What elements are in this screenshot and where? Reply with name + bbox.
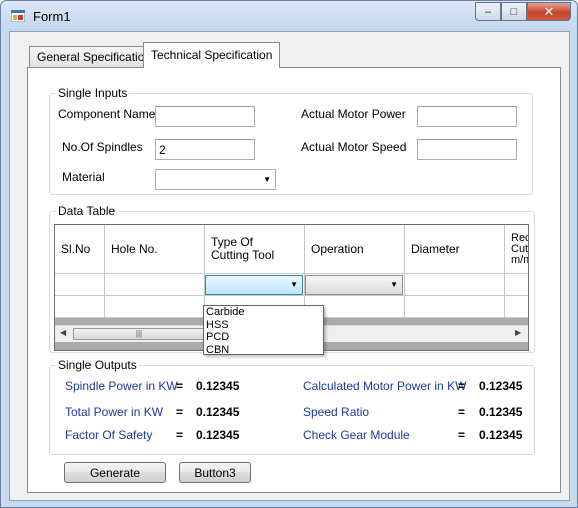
single-inputs-group: Single Inputs Component Name No.Of Spind…	[49, 86, 533, 195]
dropdown-option-cbn[interactable]: CBN	[204, 344, 323, 357]
spindles-label: No.Of Spindles	[62, 140, 143, 154]
tab-technical-specification[interactable]: Technical Specification	[143, 42, 281, 68]
close-button[interactable]: ✕	[527, 2, 571, 21]
motor-power-field[interactable]	[417, 106, 517, 127]
column-header-diameter[interactable]: Diameter	[405, 225, 505, 274]
dropdown-option-pcd[interactable]: PCD	[204, 331, 323, 344]
equals-sign: =	[458, 379, 466, 393]
motor-speed-label: Actual Motor Speed	[301, 140, 407, 154]
column-header-operation[interactable]: Operation	[305, 225, 405, 274]
motor-power-label: Actual Motor Power	[301, 107, 406, 121]
dropdown-option-carbide[interactable]: Carbide	[204, 306, 323, 319]
table-cell[interactable]	[105, 296, 205, 318]
maximize-button[interactable]: □	[501, 2, 527, 21]
component-name-label: Component Name	[58, 107, 156, 121]
table-cell[interactable]: ▼	[205, 274, 305, 296]
title-bar[interactable]: Form1 – □ ✕	[1, 1, 577, 31]
chevron-down-icon: ▼	[290, 280, 298, 289]
component-name-field[interactable]	[155, 106, 255, 127]
spindles-field[interactable]	[155, 139, 255, 160]
window-title: Form1	[33, 9, 71, 24]
total-power-label: Total Power in KW	[65, 405, 164, 419]
table-cell[interactable]	[105, 274, 205, 296]
factor-of-safety-label: Factor Of Safety	[65, 428, 153, 442]
calculated-motor-power-label: Calculated Motor Power in KW	[303, 379, 467, 393]
single-outputs-title: Single Outputs	[56, 358, 139, 372]
chevron-down-icon: ▼	[263, 175, 271, 184]
column-header-slno[interactable]: Sl.No	[55, 225, 105, 274]
equals-sign: =	[176, 428, 184, 442]
factor-of-safety-value: 0.12345	[196, 428, 240, 442]
dropdown-option-hss[interactable]: HSS	[204, 319, 323, 332]
equals-sign: =	[458, 405, 466, 419]
spindle-power-label: Spindle Power in KW	[65, 379, 178, 393]
scroll-right-icon[interactable]: ▶	[515, 328, 521, 337]
cutting-tool-select[interactable]: ▼	[205, 275, 303, 295]
app-icon	[11, 10, 25, 22]
speed-ratio-value: 0.12345	[479, 405, 523, 419]
table-cell[interactable]	[405, 296, 505, 318]
check-gear-module-label: Check Gear Module	[303, 428, 410, 442]
form-client-area: General Specification Technical Specific…	[9, 31, 570, 501]
table-cell[interactable]	[55, 274, 105, 296]
total-power-value: 0.12345	[196, 405, 240, 419]
column-header-cutting-tool[interactable]: Type Of Cutting Tool	[205, 225, 305, 274]
material-label: Material	[62, 170, 105, 184]
tab-general-specification[interactable]: General Specification	[29, 46, 160, 67]
table-cell[interactable]	[405, 274, 505, 296]
form-window: Form1 – □ ✕ General Specification Techni…	[0, 0, 578, 508]
motor-speed-field[interactable]	[417, 139, 517, 160]
equals-sign: =	[176, 379, 184, 393]
generate-button[interactable]: Generate	[64, 462, 166, 483]
table-cell[interactable]: ▼	[305, 274, 405, 296]
column-header-hole-no[interactable]: Hole No.	[105, 225, 205, 274]
maximize-icon: □	[510, 5, 518, 18]
data-table-title: Data Table	[56, 204, 118, 218]
equals-sign: =	[458, 428, 466, 442]
scroll-left-icon[interactable]: ◀	[60, 328, 66, 337]
minimize-icon: –	[484, 5, 492, 18]
table-cell[interactable]	[55, 296, 105, 318]
column-header-rec-cutting[interactable]: Rec Cut m/m	[505, 225, 528, 274]
single-inputs-title: Single Inputs	[56, 86, 130, 100]
operation-select[interactable]: ▼	[305, 275, 403, 295]
window-controls: – □ ✕	[475, 2, 571, 22]
check-gear-module-value: 0.12345	[479, 428, 523, 442]
speed-ratio-label: Speed Ratio	[303, 405, 370, 419]
cutting-tool-dropdown-list[interactable]: Carbide HSS PCD CBN	[203, 305, 324, 355]
material-select[interactable]: ▼	[155, 169, 276, 190]
minimize-button[interactable]: –	[475, 2, 501, 21]
button3-button[interactable]: Button3	[179, 462, 251, 483]
chevron-down-icon: ▼	[390, 280, 398, 289]
table-cell[interactable]	[505, 296, 528, 318]
single-outputs-group: Single Outputs Spindle Power in KW = 0.1…	[49, 358, 535, 455]
calculated-motor-power-value: 0.12345	[479, 379, 523, 393]
scroll-thumb[interactable]: |||	[73, 328, 205, 340]
table-cell[interactable]	[505, 274, 528, 296]
close-icon: ✕	[543, 3, 555, 19]
equals-sign: =	[176, 405, 184, 419]
tab-page-technical: Single Inputs Component Name No.Of Spind…	[27, 67, 561, 493]
spindle-power-value: 0.12345	[196, 379, 240, 393]
